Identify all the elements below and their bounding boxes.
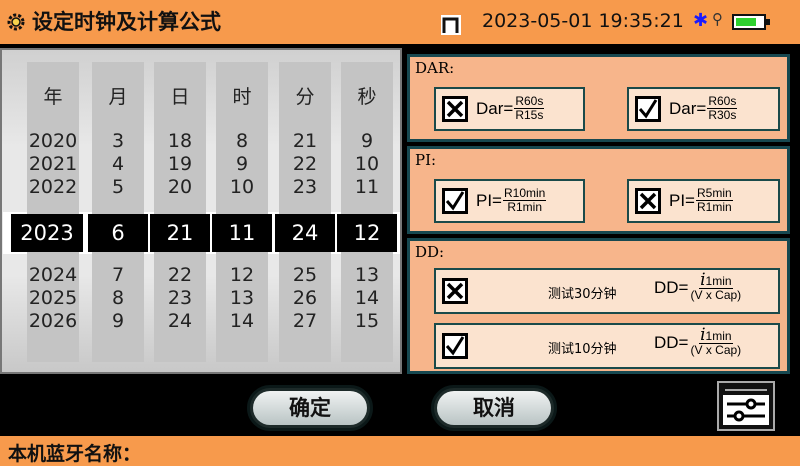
dar-option-2[interactable]: Dar= R60s R30s <box>627 87 780 131</box>
checkbox-unchecked-icon[interactable] <box>635 188 661 214</box>
sliders-icon <box>723 389 769 425</box>
picker-value[interactable]: 8 <box>210 130 274 153</box>
picker-value[interactable]: 9 <box>86 310 150 333</box>
picker-value[interactable]: 4 <box>86 153 150 176</box>
pi-option-2[interactable]: PI= R5min R1min <box>627 179 780 223</box>
dar-formula-2: Dar= R60s R30s <box>669 94 738 122</box>
pi-formula-1: PI= R10min R1min <box>476 186 547 214</box>
picker-value[interactable]: 18 <box>148 130 212 153</box>
pi-title: PI: <box>415 151 437 169</box>
battery-icon <box>732 14 770 30</box>
dd-option-10min[interactable]: 测试10分钟 DD= i1min (V x Cap) <box>434 323 780 369</box>
dar-panel: DAR: Dar= R60s R15s Dar= R60s R30s <box>407 54 790 142</box>
dar-option-1[interactable]: Dar= R60s R15s <box>434 87 585 131</box>
checkbox-unchecked-icon[interactable] <box>442 96 468 122</box>
picker-value[interactable]: 15 <box>335 310 399 333</box>
dar-title: DAR: <box>415 59 455 77</box>
cancel-button-label: 取消 <box>437 391 551 425</box>
picker-value[interactable]: 23 <box>273 176 337 199</box>
checkbox-checked-icon[interactable] <box>442 188 468 214</box>
picker-value[interactable]: 13 <box>335 264 399 287</box>
picker-selected-value[interactable]: 24 <box>275 214 335 252</box>
picker-value[interactable]: 14 <box>335 287 399 310</box>
picker-value[interactable]: 20 <box>148 176 212 199</box>
bluetooth-name-label: 本机蓝牙名称： <box>8 443 142 465</box>
picker-value[interactable]: 2024 <box>21 264 85 287</box>
picker-value[interactable]: 10 <box>210 176 274 199</box>
picker-value[interactable]: 12 <box>210 264 274 287</box>
dd-title: DD: <box>415 243 445 261</box>
status-bar: 设定时钟及计算公式 2023-05-01 19:35:21 ✱ ⚲ <box>0 0 800 44</box>
pi-option-1[interactable]: PI= R10min R1min <box>434 179 585 223</box>
picker-value[interactable]: 25 <box>273 264 337 287</box>
picker-column-header: 秒 <box>357 86 377 108</box>
footer-bar: 本机蓝牙名称： <box>0 436 800 466</box>
picker-value[interactable]: 22 <box>148 264 212 287</box>
picker-column-header: 日 <box>170 86 190 108</box>
picker-value[interactable]: 19 <box>148 153 212 176</box>
picker-selected-value[interactable]: 21 <box>150 214 210 252</box>
picker-value[interactable]: 26 <box>273 287 337 310</box>
pi-formula-2: PI= R5min R1min <box>669 186 733 214</box>
datetime-display: 2023-05-01 19:35:21 <box>482 10 684 32</box>
picker-value[interactable]: 2025 <box>21 287 85 310</box>
picker-value[interactable]: 22 <box>273 153 337 176</box>
picker-column-header: 月 <box>108 86 128 108</box>
dd-formula-1: DD= i1min (V x Cap) <box>654 270 742 302</box>
dar-formula-1: Dar= R60s R15s <box>476 94 545 122</box>
checkbox-checked-icon[interactable] <box>635 96 661 122</box>
dd-formula-2: DD= i1min (V x Cap) <box>654 325 742 357</box>
picker-value[interactable]: 3 <box>86 130 150 153</box>
picker-value[interactable]: 23 <box>148 287 212 310</box>
gear-icon <box>7 13 25 31</box>
picker-value[interactable]: 5 <box>86 176 150 199</box>
picker-value[interactable]: 21 <box>273 130 337 153</box>
pi-panel: PI: PI= R10min R1min PI= R5min R1min <box>407 146 790 234</box>
bluetooth-icon: ✱ <box>693 10 709 31</box>
picker-selected-value[interactable]: 2023 <box>11 214 83 252</box>
picker-value[interactable]: 10 <box>335 153 399 176</box>
page-title: 设定时钟及计算公式 <box>32 10 221 34</box>
checkbox-checked-icon[interactable] <box>442 333 468 359</box>
picker-value[interactable]: 7 <box>86 264 150 287</box>
dd-option-30min[interactable]: 测试30分钟 DD= i1min (V x Cap) <box>434 268 780 314</box>
picker-value[interactable]: 9 <box>335 130 399 153</box>
cancel-button[interactable]: 取消 <box>431 385 557 431</box>
picker-value[interactable]: 11 <box>335 176 399 199</box>
picker-value[interactable]: 24 <box>148 310 212 333</box>
picker-selected-value[interactable]: 11 <box>212 214 272 252</box>
confirm-button-label: 确定 <box>253 391 367 425</box>
picker-column-header: 分 <box>295 86 315 108</box>
checkbox-unchecked-icon[interactable] <box>442 278 468 304</box>
signal-wave-icon <box>441 15 461 35</box>
picker-value[interactable]: 9 <box>210 153 274 176</box>
picker-value[interactable]: 2022 <box>21 176 85 199</box>
picker-column-header: 时 <box>232 86 252 108</box>
dd-option-label: 测试30分钟 <box>548 287 617 302</box>
picker-selected-value[interactable]: 12 <box>337 214 397 252</box>
picker-value[interactable]: 2021 <box>21 153 85 176</box>
picker-column-header: 年 <box>43 86 63 108</box>
picker-selected-value[interactable]: 6 <box>88 214 148 252</box>
dd-option-label: 测试10分钟 <box>548 342 617 357</box>
settings-button[interactable] <box>717 381 775 431</box>
confirm-button[interactable]: 确定 <box>247 385 373 431</box>
picker-value[interactable]: 8 <box>86 287 150 310</box>
picker-value[interactable]: 27 <box>273 310 337 333</box>
picker-value[interactable]: 2026 <box>21 310 85 333</box>
dd-panel: DD: 测试30分钟 DD= i1min (V x Cap) 测试10分钟 DD=… <box>407 238 790 374</box>
picker-value[interactable]: 14 <box>210 310 274 333</box>
picker-value[interactable]: 13 <box>210 287 274 310</box>
picker-value[interactable]: 2020 <box>21 130 85 153</box>
usb-icon: ⚲ <box>712 10 723 28</box>
